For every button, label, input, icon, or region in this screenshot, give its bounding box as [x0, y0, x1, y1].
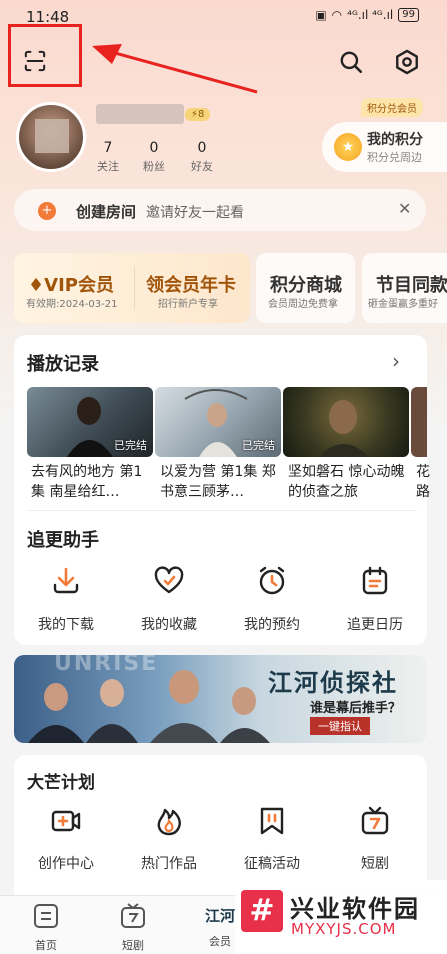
submission-activity-button[interactable]: 征稿活动 [222, 806, 322, 873]
settings-icon[interactable] [394, 49, 420, 75]
avatar[interactable] [16, 102, 86, 172]
history-thumbnail[interactable]: 已完结 [155, 387, 281, 457]
tab-short-drama[interactable]: 短剧 [103, 903, 163, 953]
tab-home-label: 首页 [35, 939, 57, 952]
history-item-title[interactable]: 去有风的地方 第1集 南星给红… [31, 462, 155, 502]
submission-activity-label: 征稿活动 [244, 856, 300, 872]
friends-stat[interactable]: 0 好友 [182, 140, 222, 174]
history-item-title[interactable]: 坚如磐石 惊心动魄的侦查之旅 [288, 462, 412, 502]
vip-title: ♦VIP会员 [28, 275, 114, 296]
nfc-icon: ▣ [315, 8, 327, 22]
person-silhouette [319, 400, 369, 457]
home-icon [34, 904, 58, 928]
hot-works-label: 热门作品 [141, 856, 197, 872]
short-drama-label: 短剧 [361, 856, 389, 872]
show-merch-title: 节目同款 [376, 275, 447, 296]
coin-icon: ★ [334, 133, 362, 161]
points-subtitle: 积分兑周边 [367, 151, 422, 164]
following-label: 关注 [97, 160, 119, 173]
following-count: 7 [103, 140, 113, 156]
video-add-icon [51, 810, 81, 832]
points-title: 我的积分 [367, 132, 423, 148]
level-badge: ⚡8 [185, 108, 211, 121]
show-merch-subtitle: 砸金蛋赢多重好 [368, 299, 438, 310]
fans-count: 0 [149, 140, 159, 156]
watermark-url: MYXYJS.COM [291, 920, 397, 938]
status-icons: ▣ ◠ ⁴ᴳ.ıl ⁴ᴳ.ıl 99 [315, 8, 419, 22]
calendar-button[interactable]: 追更日历 [330, 566, 420, 634]
calendar-icon [362, 566, 388, 595]
reservation-label: 我的预约 [244, 617, 300, 633]
username-mosaic [96, 104, 184, 124]
tv-icon [121, 903, 145, 928]
heart-icon [154, 566, 184, 594]
banner-title: 江河侦探社 [268, 668, 398, 697]
points-mall-subtitle: 会员周边免费拿 [268, 299, 338, 310]
points-tag: 积分兑会员 [361, 98, 423, 117]
banner-cta[interactable]: 一键指认 [310, 717, 370, 735]
mango-plan-title: 大芒计划 [27, 773, 95, 793]
download-icon [53, 567, 79, 594]
battery-icon: 99 [398, 8, 419, 22]
cast-silhouettes [28, 670, 270, 743]
favorites-label: 我的收藏 [141, 617, 197, 633]
history-thumbnail[interactable] [283, 387, 409, 457]
banner-subtitle: 谁是幕后推手？ [310, 701, 402, 716]
favorites-button[interactable]: 我的收藏 [124, 566, 214, 634]
creator-center-button[interactable]: 创作中心 [16, 806, 116, 873]
creator-center-label: 创作中心 [38, 856, 94, 872]
alarm-icon [259, 566, 285, 595]
search-icon[interactable] [338, 49, 364, 75]
watermark-logo-icon: # [241, 890, 283, 932]
tab-short-drama-label: 短剧 [122, 939, 144, 952]
divider [134, 267, 135, 309]
scan-icon[interactable] [24, 50, 46, 72]
download-button[interactable]: 我的下载 [21, 566, 111, 634]
vip-card[interactable]: ♦VIP会员 有效期:2024-03-21 领会员年卡 招行新户专享 [14, 253, 250, 323]
reservation-button[interactable]: 我的预约 [227, 566, 317, 634]
promo-banner[interactable]: UNRISE 江河侦探社 谁是幕后推手？ 一键指认 [14, 655, 427, 743]
watermark-title: 兴业软件园 [290, 895, 420, 923]
following-stat[interactable]: 7 关注 [88, 140, 128, 174]
history-title: 播放记录 [27, 354, 99, 375]
vip-expiry: 有效期:2024-03-21 [26, 299, 118, 310]
divider [27, 510, 417, 511]
close-icon[interactable]: ✕ [398, 199, 411, 218]
points-mall-title: 积分商城 [270, 275, 342, 296]
points-mall-card[interactable]: 积分商城 会员周边免费拿 [256, 253, 355, 323]
calendar-label: 追更日历 [347, 617, 403, 633]
download-label: 我的下载 [38, 617, 94, 633]
history-item-title[interactable]: 以爱为营 第1集 郑书意三顾茅… [160, 462, 284, 502]
plus-icon: + [38, 202, 56, 220]
completed-tag: 已完结 [242, 439, 275, 452]
annotation-arrow-icon [92, 44, 258, 94]
wifi-icon: ◠ [331, 8, 343, 22]
chevron-right-icon[interactable]: › [392, 349, 400, 373]
flame-icon [157, 808, 181, 836]
fans-stat[interactable]: 0 粉丝 [134, 140, 174, 174]
hot-works-button[interactable]: 热门作品 [119, 806, 219, 873]
avatar-mosaic [35, 119, 69, 153]
annual-card-title: 领会员年卡 [146, 275, 236, 296]
history-item-title[interactable]: 花路 [416, 462, 430, 502]
fans-label: 粉丝 [143, 160, 165, 173]
friends-label: 好友 [191, 160, 213, 173]
helper-title: 追更助手 [27, 530, 99, 551]
bookmark-icon [260, 807, 284, 835]
short-drama-button[interactable]: 短剧 [325, 806, 425, 873]
signal-icon: ⁴ᴳ.ıl ⁴ᴳ.ıl [347, 8, 394, 22]
tv-icon [361, 806, 389, 835]
friends-count: 0 [197, 140, 207, 156]
create-room-subtitle: 邀请好友一起看 [146, 205, 244, 221]
tab-home[interactable]: 首页 [16, 903, 76, 953]
history-thumbnail[interactable] [411, 387, 427, 457]
create-room-title: 创建房间 [76, 203, 137, 221]
history-thumbnail[interactable]: 已完结 [27, 387, 153, 457]
completed-tag: 已完结 [114, 439, 147, 452]
show-merch-card[interactable]: 节目同款 砸金蛋赢多重好 [362, 253, 447, 323]
annual-card-subtitle: 招行新户专享 [158, 299, 218, 310]
